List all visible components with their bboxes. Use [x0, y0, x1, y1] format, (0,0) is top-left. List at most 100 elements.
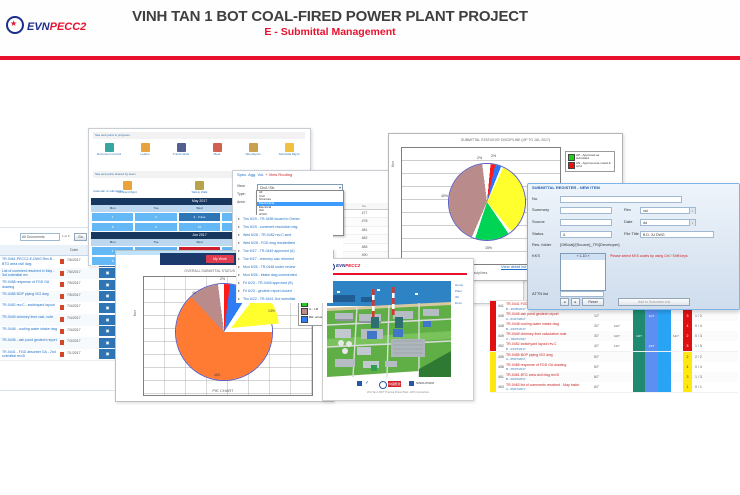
doc-link[interactable]: TR-0455 BOP piping ISO dwg	[2, 292, 58, 302]
app-tile[interactable]: Transmittals	[163, 141, 199, 169]
activity-link[interactable]: Wed 6/28 - TR-0452 rev.C sent	[243, 233, 332, 237]
side-link[interactable]: Plant	[455, 289, 462, 293]
app-tile[interactable]: Safety Walk	[169, 179, 229, 198]
doc-action-button[interactable]: ▣	[99, 337, 116, 348]
app-tile[interactable]: Meet	[199, 141, 235, 169]
bullet-icon: ▸	[238, 232, 241, 237]
status-row[interactable]: 463 TR-0463 list of comments resolved - M…	[490, 381, 738, 393]
field-filetitle-combo[interactable]: B.D. JU DWG	[640, 231, 714, 238]
activity-item[interactable]: ▸ Mon 6/26 - TR-0448 under review	[237, 263, 333, 271]
kks-listbox[interactable]: « 1-10 »	[560, 253, 606, 291]
calendar-cell[interactable]: 10	[177, 222, 222, 232]
status-date: 1/7	[594, 314, 599, 319]
calendar-cell[interactable]: 8	[91, 222, 135, 232]
doc-row[interactable]: TR-0441 - FGD absorber GA - 2nd submitta…	[0, 348, 119, 362]
activity-item[interactable]: ▸ Fri 6/23 - TR-0445 approved (B)	[237, 279, 333, 287]
calendar-cell[interactable]: 3 · 3 due	[177, 212, 222, 222]
doc-link[interactable]: TR-0445 - ash pond geotech report	[2, 338, 58, 348]
field-rev-combo[interactable]: val ↕	[640, 207, 696, 214]
status-flag-right: 5	[683, 341, 692, 352]
doc-link[interactable]: TR-0448 - cooling water intake dwg	[2, 327, 58, 337]
doc-action-button[interactable]: ▣	[99, 349, 116, 360]
bullet-icon: ▸	[238, 280, 241, 285]
doc-link[interactable]: TR-0441 - FGD absorber GA - 2nd submitta…	[2, 350, 58, 360]
activity-link[interactable]: Tue 6/27 - TR-0449 approved (A)	[243, 249, 332, 253]
partner-caption: Vinh Tan 1 BOT Thermal Power Plant - EPC…	[366, 391, 430, 394]
doc-action-button[interactable]: ▣	[99, 326, 116, 337]
side-link[interactable]: 3D	[455, 295, 459, 299]
app-tile[interactable]: Site Report	[235, 141, 271, 169]
activity-item[interactable]: ▸ Tue 6/27 - chimney calc returned	[237, 255, 333, 263]
doc-action-button[interactable]: ▣	[99, 302, 116, 313]
dialog-button[interactable]: ◂	[560, 298, 569, 306]
pie1[interactable]	[449, 164, 525, 240]
activity-item[interactable]: ▸ Fri 6/23 - geotech report closed	[237, 287, 333, 295]
activity-link[interactable]: Fri 6/23 - TR-0445 approved (B)	[243, 281, 332, 285]
dialog-button[interactable]: Reset	[582, 298, 604, 306]
field-source-input[interactable]	[560, 219, 612, 226]
field-summary-input[interactable]	[560, 207, 612, 214]
dialog-note: Please select KKS codes by using Ctrl / …	[610, 254, 688, 258]
bullet-icon: ▸	[238, 296, 241, 301]
activity-item[interactable]: ▸ Mon 6/26 - intake dwg commented	[237, 271, 333, 279]
doc-link[interactable]: TR-0452 rev.C - switchyard layout	[2, 303, 58, 313]
field-status-combo[interactable]: A	[560, 231, 612, 238]
dialog-button[interactable]: ▸	[571, 298, 580, 306]
field-attn-input[interactable]	[560, 291, 604, 297]
app-tile[interactable]: Contract Mgmt	[97, 179, 157, 198]
activity-link[interactable]: Wed 6/28 - FGD dwg resubmitted	[243, 241, 332, 245]
calendar-cell[interactable]: 9	[134, 222, 178, 232]
calendar-cell[interactable]: 2	[134, 212, 178, 222]
pie1-legend: AP - Approved as submitted AN - Approved …	[565, 151, 615, 172]
app-tile[interactable]: Letters	[127, 141, 163, 169]
rev-spinner-icon[interactable]: ↕	[689, 208, 695, 214]
dialog-button[interactable]: Add to Submittal List	[618, 298, 690, 306]
activity-item[interactable]: ▸ Tue 6/27 - TR-0449 approved (A)	[237, 247, 333, 255]
side-link[interactable]: Home	[455, 283, 463, 287]
activity-item[interactable]: ▸ Thu 6/29 - TR-0455 issued to Owner	[237, 215, 333, 223]
activity-link[interactable]: Fri 6/23 - geotech report closed	[243, 289, 332, 293]
doc-go-button[interactable]: Go	[74, 233, 87, 241]
doc-link[interactable]: TR-0461-PECC2-E-DWG Rev.B - BTG area civ…	[2, 257, 58, 267]
doc-action-button[interactable]: ▣	[99, 291, 116, 302]
date-spinner-icon[interactable]: ↕	[689, 220, 695, 226]
csg-logo-icon	[357, 381, 362, 386]
activity-item[interactable]: ▸ Wed 6/28 - TR-0452 rev.C sent	[237, 231, 333, 239]
activity-item[interactable]: ▸ Thu 6/22 - TR-0441 2nd submittal	[237, 295, 333, 303]
kks-pager[interactable]: « 1-10 »	[561, 254, 605, 260]
app-tile[interactable]: Document Control	[91, 141, 127, 169]
pie1-detail-link[interactable]: View detail list »	[501, 265, 530, 270]
status-flag-left	[490, 321, 496, 332]
doc-action-button[interactable]: ▣	[99, 268, 116, 279]
activity-link[interactable]: Thu 6/29 - comment resolution mtg.	[243, 225, 332, 229]
status-right: 0 / 3	[695, 334, 702, 339]
activity-link[interactable]: Mon 6/26 - intake dwg commented	[243, 273, 332, 277]
field-no-input[interactable]	[560, 196, 682, 203]
status-flag-right: 2	[683, 331, 692, 342]
status-flag-left	[490, 301, 496, 312]
activity-link[interactable]: Tue 6/27 - chimney calc returned	[243, 257, 332, 261]
side-link[interactable]: Docs	[455, 301, 462, 305]
doc-link[interactable]: TR-0458 response of FGD GA drawing	[2, 280, 58, 290]
doc-link[interactable]: TR-0449 chimney liner calc. note	[2, 315, 58, 325]
activity-item[interactable]: ▸ Wed 6/28 - FGD dwg resubmitted	[237, 239, 333, 247]
app-tile[interactable]: Submittal Mgmt	[271, 141, 307, 169]
field-source-label: Source	[532, 219, 545, 224]
toolbar-mywork-button[interactable]: My Work	[206, 255, 234, 263]
mini-rule	[327, 273, 467, 275]
doc-action-button[interactable]: ▣	[99, 279, 116, 290]
calendar-cell[interactable]: 1	[91, 212, 135, 222]
status-desc-2: B - 04/07/2017	[506, 346, 526, 351]
status-flag-right: 1	[683, 381, 692, 392]
field-date-combo[interactable]: dd ↕	[640, 219, 696, 226]
activity-link[interactable]: Thu 6/22 - TR-0441 2nd submittal	[243, 297, 332, 301]
doc-action-button[interactable]: ▣	[99, 314, 116, 325]
activity-item[interactable]: ▸ Thu 6/29 - comment resolution mtg.	[237, 223, 333, 231]
activity-link[interactable]: Mon 6/26 - TR-0448 under review	[243, 265, 332, 269]
doc-date-header: Date	[70, 248, 79, 252]
activity-link[interactable]: Thu 6/29 - TR-0455 issued to Owner	[243, 217, 332, 221]
status-flag-right: 2	[683, 351, 692, 362]
doc-link[interactable]: List of comment resolved in May - 3rd su…	[2, 269, 58, 279]
status-cell-teal	[633, 341, 645, 352]
doc-filter-select[interactable]: All Documents	[20, 233, 60, 241]
